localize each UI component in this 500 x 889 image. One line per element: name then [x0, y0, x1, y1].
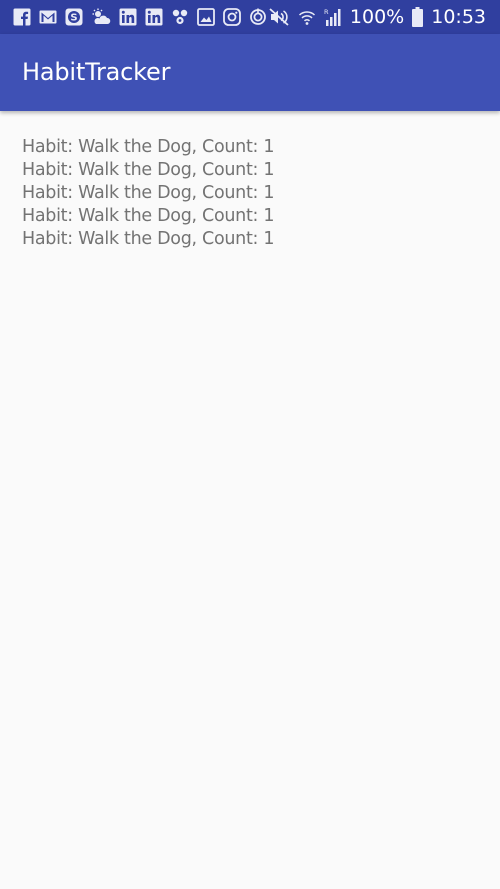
- instagram-icon: [223, 8, 241, 26]
- system-status: R 100% 10:53: [268, 4, 486, 30]
- app-bar: HabitTracker: [0, 34, 500, 111]
- list-item: Habit: Walk the Dog, Count: 1: [22, 160, 275, 180]
- list-item: Habit: Walk the Dog, Count: 1: [22, 229, 275, 249]
- mute-icon: [268, 7, 290, 27]
- tinder-icon: [171, 8, 189, 26]
- facebook-icon: [13, 8, 31, 26]
- signal-icon: R: [324, 7, 342, 27]
- svg-text:S: S: [70, 13, 77, 24]
- clock: 10:53: [431, 6, 486, 28]
- list-item: Habit: Walk the Dog, Count: 1: [22, 137, 275, 157]
- list-item: Habit: Walk the Dog, Count: 1: [22, 183, 275, 203]
- svg-text:R: R: [324, 8, 329, 16]
- status-bar: S R 100% 10:53: [0, 0, 500, 34]
- notification-icons: S: [13, 7, 267, 27]
- linkedin-icon: [145, 8, 163, 26]
- habit-list: Habit: Walk the Dog, Count: 1 Habit: Wal…: [22, 136, 275, 251]
- battery-percentage: 100%: [349, 6, 405, 28]
- weather-icon: [91, 8, 111, 26]
- gmail-icon: [39, 9, 57, 25]
- sync-icon: [249, 8, 267, 26]
- battery-icon: [412, 7, 424, 27]
- wifi-icon: [298, 8, 316, 26]
- app-title: HabitTracker: [22, 58, 171, 86]
- skype-icon: S: [65, 8, 83, 26]
- list-item: Habit: Walk the Dog, Count: 1: [22, 206, 275, 226]
- linkedin-icon: [119, 8, 137, 26]
- gallery-icon: [197, 8, 215, 26]
